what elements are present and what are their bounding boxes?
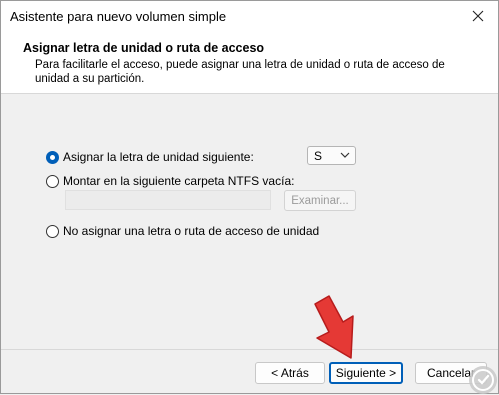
browse-button[interactable]: Examinar...: [284, 190, 356, 211]
window-title: Asistente para nuevo volumen simple: [10, 9, 227, 24]
drive-letter-value: S: [314, 149, 323, 163]
back-button[interactable]: < Atrás: [255, 362, 325, 384]
footer-divider: [1, 349, 498, 350]
wizard-window: Asistente para nuevo volumen simple Asig…: [0, 0, 499, 394]
drive-letter-select[interactable]: S: [307, 146, 356, 165]
next-button[interactable]: Siguiente >: [329, 362, 403, 384]
no-assign-label: No asignar una letra o ruta de acceso de…: [63, 224, 320, 238]
no-assign-option[interactable]: No asignar una letra o ruta de acceso de…: [46, 224, 319, 238]
no-assign-radio[interactable]: [46, 224, 59, 238]
wizard-header: Asignar letra de unidad o ruta de acceso…: [1, 31, 498, 94]
assign-letter-label: Asignar la letra de unidad siguiente:: [63, 150, 254, 164]
page-description: Para facilitarle el acceso, puede asigna…: [35, 59, 445, 85]
chevron-down-icon: [340, 152, 350, 158]
close-icon: [472, 10, 484, 22]
mount-folder-label: Montar en la siguiente carpeta NTFS vací…: [63, 174, 295, 188]
mount-folder-option[interactable]: Montar en la siguiente carpeta NTFS vací…: [46, 174, 294, 188]
mount-folder-radio[interactable]: [46, 174, 59, 188]
page-title: Asignar letra de unidad o ruta de acceso: [23, 41, 265, 55]
assign-letter-option[interactable]: Asignar la letra de unidad siguiente:: [46, 150, 254, 164]
assign-letter-radio[interactable]: [46, 150, 59, 164]
mount-path-input[interactable]: [65, 190, 271, 210]
close-button[interactable]: [458, 1, 498, 31]
logo-watermark-icon: [469, 366, 497, 394]
title-bar: Asistente para nuevo volumen simple: [1, 1, 498, 31]
pointer-arrow-icon: [314, 295, 354, 359]
